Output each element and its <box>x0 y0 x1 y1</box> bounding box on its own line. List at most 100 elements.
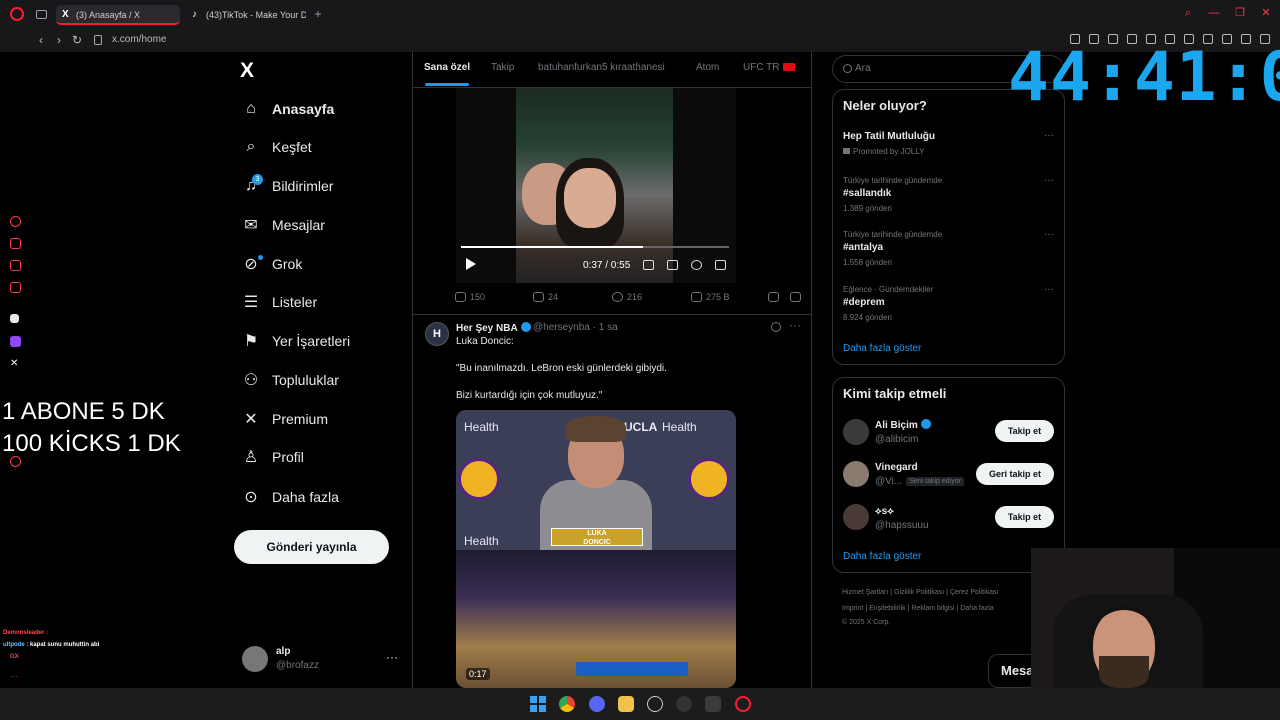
tab-tiktok[interactable]: ♪ (43)TikTok - Make Your D <box>186 5 306 25</box>
show-more-link[interactable]: Daha fazla göster <box>843 551 921 562</box>
account-name[interactable]: alp <box>276 646 290 657</box>
new-tab-plus-icon[interactable]: + <box>312 8 324 20</box>
shopping-icon[interactable] <box>10 238 21 249</box>
captions-icon[interactable] <box>643 260 654 270</box>
grok-explain-icon[interactable] <box>771 322 781 332</box>
pinboard-icon[interactable] <box>10 282 21 293</box>
chrome-icon[interactable] <box>559 696 575 712</box>
trend-name[interactable]: Hep Tatil Mutluluğu <box>843 131 935 142</box>
avatar[interactable]: H <box>425 322 449 346</box>
post-more-icon[interactable]: ··· <box>789 318 801 332</box>
url-field[interactable]: x.com/home <box>112 34 166 45</box>
post-author[interactable]: Her Şey NBA <box>456 322 531 334</box>
footer-links[interactable]: Imprint | Erişilebilirlik | Reklam bilgi… <box>842 605 1042 612</box>
nav-more[interactable]: ⊙ Daha fazla <box>242 484 339 510</box>
views-button[interactable]: 275 B <box>691 292 730 302</box>
reply-button[interactable]: 150 <box>455 292 485 302</box>
discord-icon[interactable] <box>589 696 605 712</box>
tab-for-you[interactable]: Sana özel <box>424 62 470 73</box>
messenger-icon[interactable] <box>10 260 21 271</box>
app-icon[interactable] <box>705 696 721 712</box>
suggestion-name[interactable]: Ali Biçim <box>875 419 931 431</box>
forward-arrow-icon[interactable]: › <box>52 33 66 47</box>
tab-following[interactable]: Takip <box>491 62 514 73</box>
x-sidebar-icon[interactable]: ✕ <box>10 358 21 369</box>
suggestion-name[interactable]: ⟡s⟡ <box>875 506 894 517</box>
repost-button[interactable]: 24 <box>533 292 558 302</box>
like-button[interactable]: 216 <box>612 292 642 302</box>
x-logo-icon[interactable]: X <box>240 59 254 83</box>
video-progress-bar[interactable] <box>461 246 729 248</box>
trend-name[interactable]: #antalya <box>843 242 883 253</box>
footer-links[interactable]: Hizmet Şartları | Gizlilik Politikası | … <box>842 589 1042 596</box>
post-video[interactable]: Health UCLA Health Health LUKA DONCIC 0:1… <box>456 410 736 688</box>
play-icon[interactable] <box>466 258 476 270</box>
kick-icon[interactable] <box>10 314 19 323</box>
account-handle[interactable]: @brofazz <box>276 660 319 671</box>
opera-logo-icon[interactable] <box>10 7 24 21</box>
mute-icon[interactable] <box>667 260 678 270</box>
nav-bookmarks[interactable]: ⚑ Yer İşaretleri <box>242 328 350 354</box>
follow-button[interactable]: Takip et <box>995 506 1054 528</box>
nav-home[interactable]: ⌂ Anasayfa <box>242 96 334 122</box>
nameplate-first: LUKA <box>587 530 607 537</box>
tab-list[interactable]: batuhanfurkan5 kıraathanesi <box>538 62 665 73</box>
account-more-icon[interactable]: ··· <box>386 650 398 664</box>
follow-button[interactable]: Takip et <box>995 420 1054 442</box>
promoted-label: Promoted by JOLLY <box>843 147 924 156</box>
post-handle[interactable]: @herseynba · 1 sa <box>533 322 618 333</box>
nav-label: Premium <box>272 411 329 427</box>
settings-gear-icon[interactable] <box>691 260 702 270</box>
app-icon[interactable] <box>676 696 692 712</box>
nav-lists[interactable]: ☰ Listeler <box>242 289 317 315</box>
reply-icon <box>455 292 466 302</box>
nav-profile[interactable]: ♙ Profil <box>242 444 304 470</box>
obs-icon[interactable] <box>647 696 663 712</box>
nav-grok[interactable]: ⊘ Grok <box>242 251 302 277</box>
tab-x-home[interactable]: X (3) Anasayfa / X <box>56 5 180 25</box>
minimize-icon[interactable]: — <box>1208 7 1220 19</box>
grok-new-dot <box>258 255 263 260</box>
windows-start-icon[interactable] <box>530 696 546 712</box>
trend-category: Türkiye tarihinde gündemde <box>843 176 943 185</box>
x-icon: ✕ <box>244 411 258 428</box>
nav-communities[interactable]: ⚇ Topluluklar <box>242 367 339 393</box>
search-tabs-icon[interactable]: ⌕ <box>1182 7 1194 19</box>
avatar[interactable] <box>843 461 869 487</box>
workspaces-icon[interactable] <box>36 10 47 19</box>
twitch-icon[interactable] <box>10 336 21 347</box>
trend-name[interactable]: #sallandık <box>843 188 891 199</box>
reload-icon[interactable]: ↻ <box>70 33 84 47</box>
bookmark-button[interactable] <box>768 292 783 302</box>
lakers-logo-icon <box>688 458 730 500</box>
post-button[interactable]: Gönderi yayınla <box>234 530 389 564</box>
aria-icon[interactable] <box>10 216 21 227</box>
video-player[interactable]: 0:37 / 0:55 <box>456 88 736 283</box>
show-more-link[interactable]: Daha fazla göster <box>843 343 921 354</box>
tab-atom[interactable]: Atom <box>696 62 719 73</box>
avatar[interactable] <box>843 419 869 445</box>
follow-back-button[interactable]: Geri takip et <box>976 463 1054 485</box>
nav-premium[interactable]: ✕ Premium <box>242 406 328 432</box>
sponsor-text: UCLA <box>624 420 658 434</box>
opera-taskbar-icon[interactable] <box>735 696 751 712</box>
trend-more-icon[interactable]: ··· <box>1044 284 1054 295</box>
video-progress-fill <box>461 246 644 248</box>
file-explorer-icon[interactable] <box>618 696 634 712</box>
back-arrow-icon[interactable]: ‹ <box>34 33 48 47</box>
close-icon[interactable]: ✕ <box>1260 7 1272 19</box>
suggestion-name[interactable]: Vinegard <box>875 462 918 473</box>
trend-name[interactable]: #deprem <box>843 297 885 308</box>
avatar[interactable] <box>242 646 268 672</box>
trend-more-icon[interactable]: ··· <box>1044 175 1054 186</box>
trend-more-icon[interactable]: ··· <box>1044 229 1054 240</box>
verified-badge-icon <box>920 419 931 429</box>
nav-messages[interactable]: ✉ Mesajlar <box>242 212 325 238</box>
trend-more-icon[interactable]: ··· <box>1044 130 1054 141</box>
tab-ufc-tr[interactable]: UFC TR <box>743 62 796 73</box>
nav-explore[interactable]: ⌕ Keşfet <box>242 134 312 160</box>
share-button[interactable] <box>790 292 805 302</box>
fullscreen-icon[interactable] <box>715 260 726 270</box>
avatar[interactable] <box>843 504 869 530</box>
maximize-icon[interactable]: ❐ <box>1234 7 1246 19</box>
